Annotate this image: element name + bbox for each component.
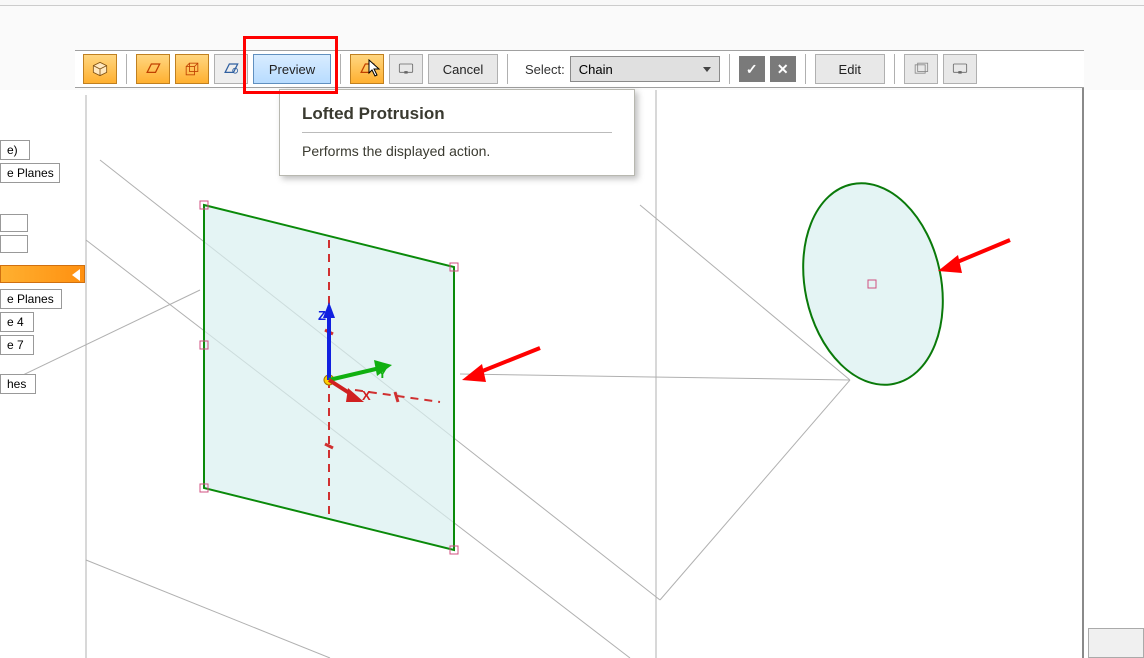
cube-icon — [90, 59, 110, 79]
toolbar-separator — [507, 54, 508, 84]
tree-item[interactable]: e 4 — [0, 312, 34, 332]
bottom-right-box — [1088, 628, 1144, 658]
cancel-button[interactable]: Cancel — [428, 54, 498, 84]
tree-item[interactable] — [0, 235, 28, 253]
selection-tool-icon — [357, 59, 377, 79]
edit-button[interactable]: Edit — [815, 54, 885, 84]
toolbar-separator — [340, 54, 341, 84]
parallelogram-icon — [143, 59, 163, 79]
solid-feature-button[interactable] — [83, 54, 117, 84]
select-mode-value: Chain — [579, 62, 613, 77]
tooltip-body: Performs the displayed action. — [302, 143, 612, 159]
toolbar-separator — [126, 54, 127, 84]
tree-item[interactable]: e 7 — [0, 335, 34, 355]
annotation-arrow-left — [462, 348, 540, 382]
view-button-1[interactable] — [904, 54, 938, 84]
action-tool-button[interactable] — [350, 54, 384, 84]
command-toolbar: Preview Cancel Select: Chain ✓ ✕ Edit — [75, 50, 1084, 88]
stacked-planes-icon — [911, 59, 931, 79]
toolbar-separator — [805, 54, 806, 84]
x-icon: ✕ — [777, 61, 789, 78]
ellipse-sketch[interactable] — [785, 170, 960, 398]
tree-selected-bar[interactable] — [0, 265, 85, 283]
viewport-divider — [1082, 88, 1084, 658]
screen-icon-2 — [950, 59, 970, 79]
toolbar-separator — [894, 54, 895, 84]
cross-section-icon — [221, 59, 241, 79]
command-tooltip: Lofted Protrusion Performs the displayed… — [279, 89, 635, 176]
check-icon: ✓ — [746, 61, 758, 78]
select-mode-dropdown[interactable]: Chain — [570, 56, 720, 82]
y-axis-label: Y — [378, 366, 387, 381]
sketch-step-button-2[interactable] — [175, 54, 209, 84]
display-button[interactable] — [389, 54, 423, 84]
select-label: Select: — [525, 62, 565, 77]
sketch-step-button-3[interactable] — [214, 54, 248, 84]
toolbar-separator — [729, 54, 730, 84]
preview-button[interactable]: Preview — [253, 54, 331, 84]
tree-item[interactable]: hes — [0, 374, 36, 394]
z-axis-label: Z — [318, 308, 326, 323]
top-menu-remnant — [0, 0, 1144, 6]
annotation-arrow-right — [938, 240, 1010, 273]
screen-icon — [396, 59, 416, 79]
reject-button[interactable]: ✕ — [770, 56, 796, 82]
tree-item[interactable]: e) — [0, 140, 30, 160]
accept-button[interactable]: ✓ — [739, 56, 765, 82]
wire-cube-icon — [182, 59, 202, 79]
sketch-step-button-1[interactable] — [136, 54, 170, 84]
tree-item[interactable]: e Planes — [0, 289, 62, 309]
x-axis-label: X — [362, 388, 371, 403]
feature-tree-panel: e) e Planes e Planes e 4 e 7 hes — [0, 140, 90, 397]
tree-item[interactable]: e Planes — [0, 163, 60, 183]
tooltip-title: Lofted Protrusion — [302, 104, 612, 133]
view-button-2[interactable] — [943, 54, 977, 84]
tree-item[interactable] — [0, 214, 28, 232]
